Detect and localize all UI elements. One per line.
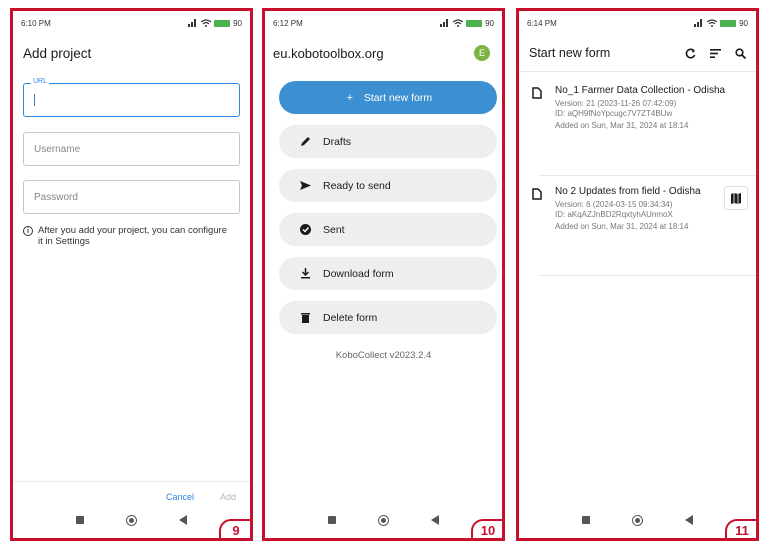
page-title: Start new form — [529, 46, 611, 60]
phone-form-list: 6:14 PM 90 Start new form No_1 Farmer Da… — [516, 8, 759, 541]
battery-level: 90 — [739, 18, 748, 28]
download-form-button[interactable]: Download form — [279, 257, 497, 290]
wifi-icon — [201, 19, 212, 27]
delete-form-button[interactable]: Delete form — [279, 301, 497, 334]
start-new-form-label: Start new form — [363, 91, 433, 104]
username-placeholder: Username — [34, 143, 81, 155]
signal-icon — [694, 19, 703, 27]
home-icon[interactable] — [126, 514, 137, 526]
dialog-actions: Cancel Add — [13, 481, 250, 511]
form-list-item[interactable]: No 2 Updates from field - Odisha Version… — [519, 186, 756, 232]
phone-main-menu: 6:12 PM 90 eu.kobotoolbox.org E + Start … — [262, 8, 505, 541]
system-icons: 90 — [188, 19, 242, 28]
battery-icon — [720, 19, 737, 27]
info-icon: i — [23, 226, 33, 236]
step-badge: 11 — [725, 519, 756, 538]
sort-icon[interactable] — [710, 48, 721, 59]
header-divider — [519, 71, 756, 72]
map-icon — [731, 192, 741, 204]
battery-icon — [214, 19, 231, 27]
status-time: 6:10 PM — [21, 18, 51, 28]
text-cursor — [34, 94, 35, 106]
recents-icon[interactable] — [328, 516, 336, 524]
home-icon[interactable] — [632, 514, 643, 526]
form-version: Version: 21 (2023-11-26 07:42:09) — [555, 98, 677, 108]
form-id: ID: aKqAZJnBD2RqxtyhAUnmoX — [555, 209, 673, 219]
form-list-item[interactable]: No_1 Farmer Data Collection - Odisha Ver… — [519, 85, 756, 131]
search-icon[interactable] — [735, 47, 746, 59]
info-text: After you add your project, you can conf… — [38, 225, 228, 248]
list-divider — [539, 275, 756, 276]
start-new-form-button[interactable]: + Start new form — [279, 81, 497, 114]
server-name: eu.kobotoolbox.org — [273, 45, 384, 61]
avatar[interactable]: E — [474, 45, 490, 61]
wifi-icon — [707, 19, 718, 27]
battery-icon — [466, 19, 483, 27]
list-divider — [539, 175, 756, 176]
drafts-button[interactable]: Drafts — [279, 125, 497, 158]
page-title: Add project — [23, 45, 92, 61]
plus-icon: + — [346, 91, 354, 104]
system-icons: 90 — [440, 19, 494, 28]
sent-label: Sent — [323, 223, 345, 236]
pencil-icon — [299, 136, 311, 147]
check-circle-icon — [299, 224, 311, 235]
navigation-bar — [13, 508, 250, 532]
home-icon[interactable] — [378, 514, 389, 526]
recents-icon[interactable] — [582, 516, 590, 524]
delete-form-label: Delete form — [323, 311, 378, 324]
battery-level: 90 — [485, 18, 494, 28]
status-time: 6:12 PM — [273, 18, 303, 28]
step-badge: 9 — [219, 519, 250, 538]
back-icon[interactable] — [179, 515, 187, 525]
status-bar: 6:14 PM 90 — [519, 11, 756, 35]
battery-level: 90 — [233, 18, 242, 28]
back-icon[interactable] — [685, 515, 693, 525]
refresh-icon[interactable] — [685, 48, 696, 59]
recents-icon[interactable] — [76, 516, 84, 524]
app-version: KoboCollect v2023.2.4 — [335, 350, 432, 361]
add-button[interactable]: Add — [220, 492, 236, 502]
cancel-button[interactable]: Cancel — [166, 492, 194, 502]
password-field[interactable]: Password — [23, 180, 240, 214]
step-badge: 10 — [471, 519, 502, 538]
form-title: No 2 Updates from field - Odisha — [555, 186, 701, 197]
phone-add-project: 6:10 PM 90 Add project URL Username Pass… — [10, 8, 253, 541]
toolbar-icons — [685, 47, 746, 59]
send-icon — [299, 180, 311, 191]
system-icons: 90 — [694, 19, 748, 28]
username-field[interactable]: Username — [23, 132, 240, 166]
wifi-icon — [453, 19, 464, 27]
back-icon[interactable] — [431, 515, 439, 525]
form-list-header: Start new form — [519, 35, 756, 71]
status-bar: 6:12 PM 90 — [265, 11, 502, 35]
form-added-date: Added on Sun, Mar 31, 2024 at 18:14 — [555, 120, 689, 130]
download-form-label: Download form — [323, 267, 394, 280]
form-added-date: Added on Sun, Mar 31, 2024 at 18:14 — [555, 221, 689, 231]
sent-button[interactable]: Sent — [279, 213, 497, 246]
password-placeholder: Password — [34, 191, 78, 203]
document-icon — [532, 87, 542, 99]
signal-icon — [440, 19, 449, 27]
info-message: i After you add your project, you can co… — [23, 225, 233, 248]
document-icon — [532, 188, 542, 200]
form-title: No_1 Farmer Data Collection - Odisha — [555, 85, 726, 96]
download-icon — [299, 268, 311, 279]
server-header: eu.kobotoolbox.org E — [265, 35, 502, 71]
url-field-label: URL — [31, 78, 50, 85]
navigation-bar — [265, 508, 502, 532]
ready-to-send-button[interactable]: Ready to send — [279, 169, 497, 202]
form-id: ID: aQH9fNoYpcugc7V7ZT4BUw — [555, 108, 673, 118]
map-button[interactable] — [724, 186, 748, 210]
status-bar: 6:10 PM 90 — [13, 11, 250, 35]
status-time: 6:14 PM — [527, 18, 557, 28]
trash-icon — [299, 312, 311, 323]
form-version: Version: 6 (2024-03-15 09:34:34) — [555, 199, 673, 209]
drafts-label: Drafts — [323, 135, 352, 148]
screenshot-stage: 6:10 PM 90 Add project URL Username Pass… — [0, 0, 769, 551]
url-field[interactable]: URL — [23, 78, 240, 117]
ready-to-send-label: Ready to send — [323, 179, 391, 192]
signal-icon — [188, 19, 197, 27]
navigation-bar — [519, 508, 756, 532]
